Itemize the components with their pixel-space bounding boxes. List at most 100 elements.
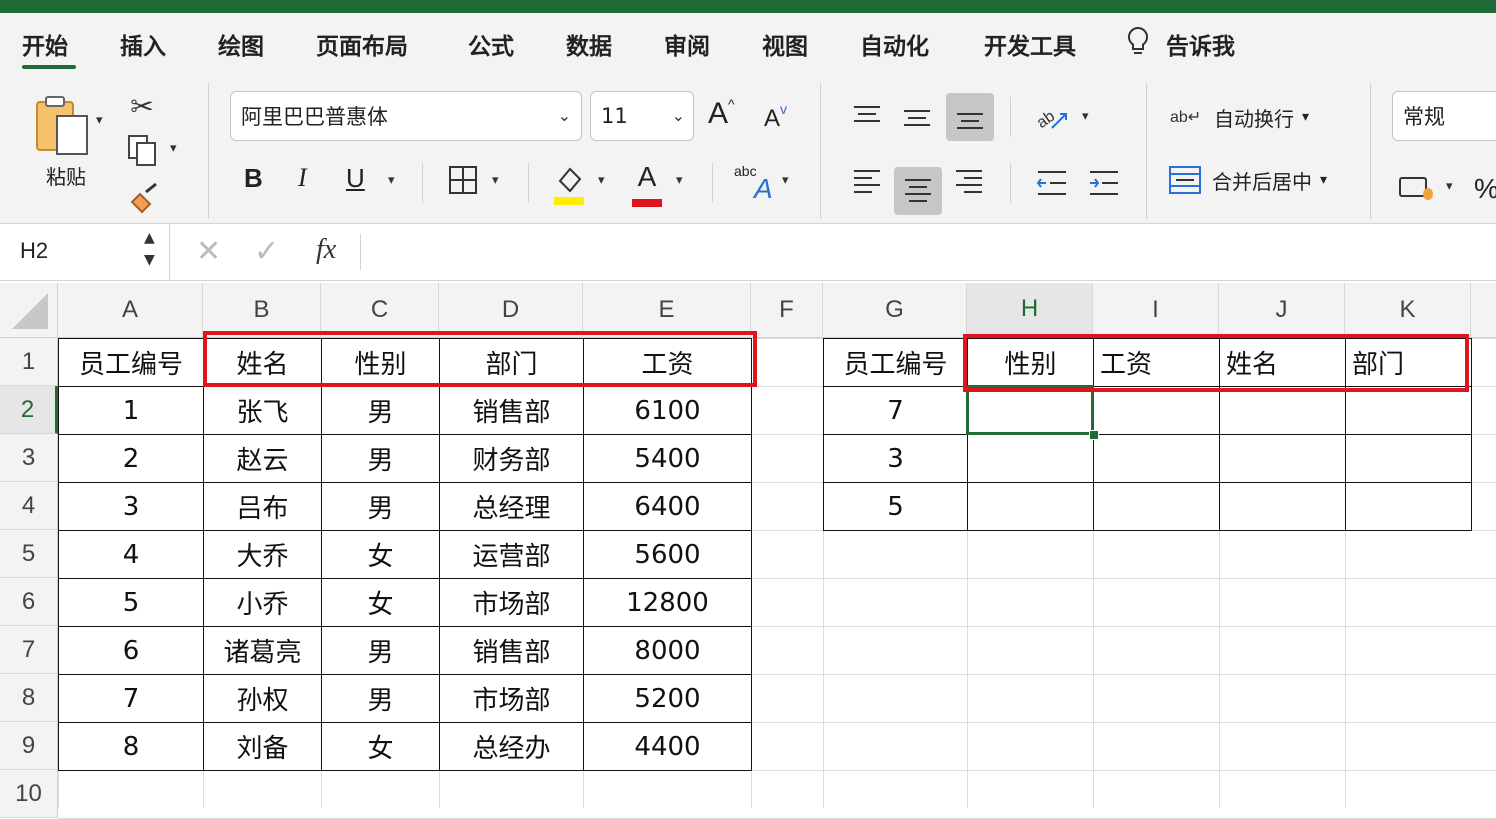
copy-icon[interactable]	[124, 131, 162, 171]
row-header-2[interactable]: 2	[0, 386, 58, 434]
table2-header-cell[interactable]: 工资	[1093, 338, 1220, 387]
table2-header-cell[interactable]: 姓名	[1219, 338, 1346, 387]
table1-cell[interactable]: 总经办	[439, 722, 584, 771]
font-color-chevron-icon[interactable]: ▾	[676, 173, 683, 188]
table1-cell[interactable]: 女	[321, 578, 440, 627]
borders-chevron-icon[interactable]: ▾	[492, 173, 499, 188]
table1-cell[interactable]: 男	[321, 386, 440, 435]
table2-cell[interactable]: 3	[823, 434, 968, 483]
table1-cell[interactable]: 大乔	[203, 530, 322, 579]
table1-cell[interactable]: 男	[321, 626, 440, 675]
table1-cell[interactable]: 4	[58, 530, 204, 579]
table1-cell[interactable]: 12800	[583, 578, 752, 627]
column-header-i[interactable]: I	[1093, 283, 1219, 338]
increase-indent-icon[interactable]	[1084, 163, 1124, 203]
column-header-g[interactable]: G	[823, 283, 967, 338]
number-format-dropdown[interactable]: 常规	[1392, 91, 1496, 141]
table1-cell[interactable]: 男	[321, 434, 440, 483]
table2-cell[interactable]	[967, 434, 1094, 483]
align-bottom-icon[interactable]	[946, 93, 994, 141]
table1-cell[interactable]: 市场部	[439, 674, 584, 723]
table1-cell[interactable]: 4400	[583, 722, 752, 771]
table2-header-cell[interactable]: 员工编号	[823, 338, 968, 387]
cut-icon[interactable]: ✂	[128, 89, 156, 123]
table2-header-cell[interactable]: 部门	[1345, 338, 1472, 387]
table1-cell[interactable]: 孙权	[203, 674, 322, 723]
table1-header-cell[interactable]: 姓名	[203, 338, 322, 387]
align-right-icon[interactable]	[948, 159, 990, 205]
column-header-c[interactable]: C	[321, 283, 439, 338]
table2-cell[interactable]	[1345, 386, 1472, 435]
table1-cell[interactable]: 销售部	[439, 626, 584, 675]
table1-cell[interactable]: 女	[321, 722, 440, 771]
orientation-icon[interactable]: ab	[1030, 97, 1074, 139]
table2-cell[interactable]	[1345, 434, 1472, 483]
fill-color-icon[interactable]	[552, 161, 586, 207]
table2-cell[interactable]	[1093, 434, 1220, 483]
merge-center-button[interactable]: 合并后居中 ▾	[1168, 161, 1348, 199]
align-center-icon[interactable]	[894, 167, 942, 215]
orientation-chevron-icon[interactable]: ▾	[1082, 109, 1089, 124]
fill-handle[interactable]	[1089, 430, 1099, 440]
tab-draw[interactable]: 绘图	[218, 27, 264, 61]
table1-cell[interactable]: 赵云	[203, 434, 322, 483]
table1-header-cell[interactable]: 性别	[321, 338, 440, 387]
table1-cell[interactable]: 男	[321, 674, 440, 723]
row-header-9[interactable]: 9	[0, 722, 58, 770]
align-middle-icon[interactable]	[896, 97, 938, 139]
row-header-8[interactable]: 8	[0, 674, 58, 722]
name-box-up-icon[interactable]: ▲	[144, 230, 155, 246]
font-name-dropdown[interactable]: 阿里巴巴普惠体 ⌄	[230, 91, 582, 141]
table1-cell[interactable]: 刘备	[203, 722, 322, 771]
decrease-font-size-button[interactable]: Av	[764, 101, 787, 133]
table1-cell[interactable]: 2	[58, 434, 204, 483]
tab-formulas[interactable]: 公式	[468, 27, 514, 61]
underline-chevron-icon[interactable]: ▾	[388, 173, 395, 188]
align-top-icon[interactable]	[846, 97, 888, 139]
table1-cell[interactable]: 总经理	[439, 482, 584, 531]
table1-header-cell[interactable]: 工资	[583, 338, 752, 387]
underline-button[interactable]: U	[346, 163, 365, 194]
decrease-indent-icon[interactable]	[1032, 163, 1072, 203]
table1-cell[interactable]: 6	[58, 626, 204, 675]
table2-cell[interactable]	[1219, 482, 1346, 531]
tab-data[interactable]: 数据	[566, 27, 612, 61]
table2-cell[interactable]: 7	[823, 386, 968, 435]
column-header-h[interactable]: H	[967, 283, 1093, 338]
column-header-k[interactable]: K	[1345, 283, 1471, 338]
fill-color-chevron-icon[interactable]: ▾	[598, 173, 605, 188]
table2-cell[interactable]	[1093, 386, 1220, 435]
insert-function-button[interactable]: fx	[316, 234, 336, 266]
font-color-button[interactable]: A	[630, 161, 664, 207]
table1-cell[interactable]: 运营部	[439, 530, 584, 579]
table2-cell[interactable]	[1345, 482, 1472, 531]
table1-cell[interactable]: 8	[58, 722, 204, 771]
tab-home[interactable]: 开始	[22, 27, 68, 61]
table1-cell[interactable]: 7	[58, 674, 204, 723]
row-header-5[interactable]: 5	[0, 530, 58, 578]
tab-automate[interactable]: 自动化	[860, 27, 929, 61]
column-header-d[interactable]: D	[439, 283, 583, 338]
paste-chevron-icon[interactable]: ▾	[96, 113, 103, 128]
table1-cell[interactable]: 8000	[583, 626, 752, 675]
tab-insert[interactable]: 插入	[120, 27, 166, 61]
table1-cell[interactable]: 诸葛亮	[203, 626, 322, 675]
name-box[interactable]: H2 ▲ ▼	[0, 224, 170, 280]
table1-cell[interactable]: 市场部	[439, 578, 584, 627]
table1-cell[interactable]: 5600	[583, 530, 752, 579]
table2-cell[interactable]	[967, 482, 1094, 531]
italic-button[interactable]: I	[298, 163, 307, 193]
row-header-6[interactable]: 6	[0, 578, 58, 626]
percent-style-button[interactable]: %	[1474, 173, 1496, 205]
table1-cell[interactable]: 吕布	[203, 482, 322, 531]
row-header-10[interactable]: 10	[0, 770, 58, 818]
format-painter-icon[interactable]	[124, 181, 162, 217]
table1-cell[interactable]: 5200	[583, 674, 752, 723]
table2-header-cell[interactable]: 性别	[967, 338, 1094, 387]
currency-format-icon[interactable]	[1396, 173, 1436, 203]
table1-header-cell[interactable]: 部门	[439, 338, 584, 387]
borders-icon[interactable]	[446, 163, 480, 197]
enter-icon[interactable]: ✓	[254, 234, 279, 269]
name-box-down-icon[interactable]: ▼	[144, 252, 155, 268]
table1-cell[interactable]: 6400	[583, 482, 752, 531]
